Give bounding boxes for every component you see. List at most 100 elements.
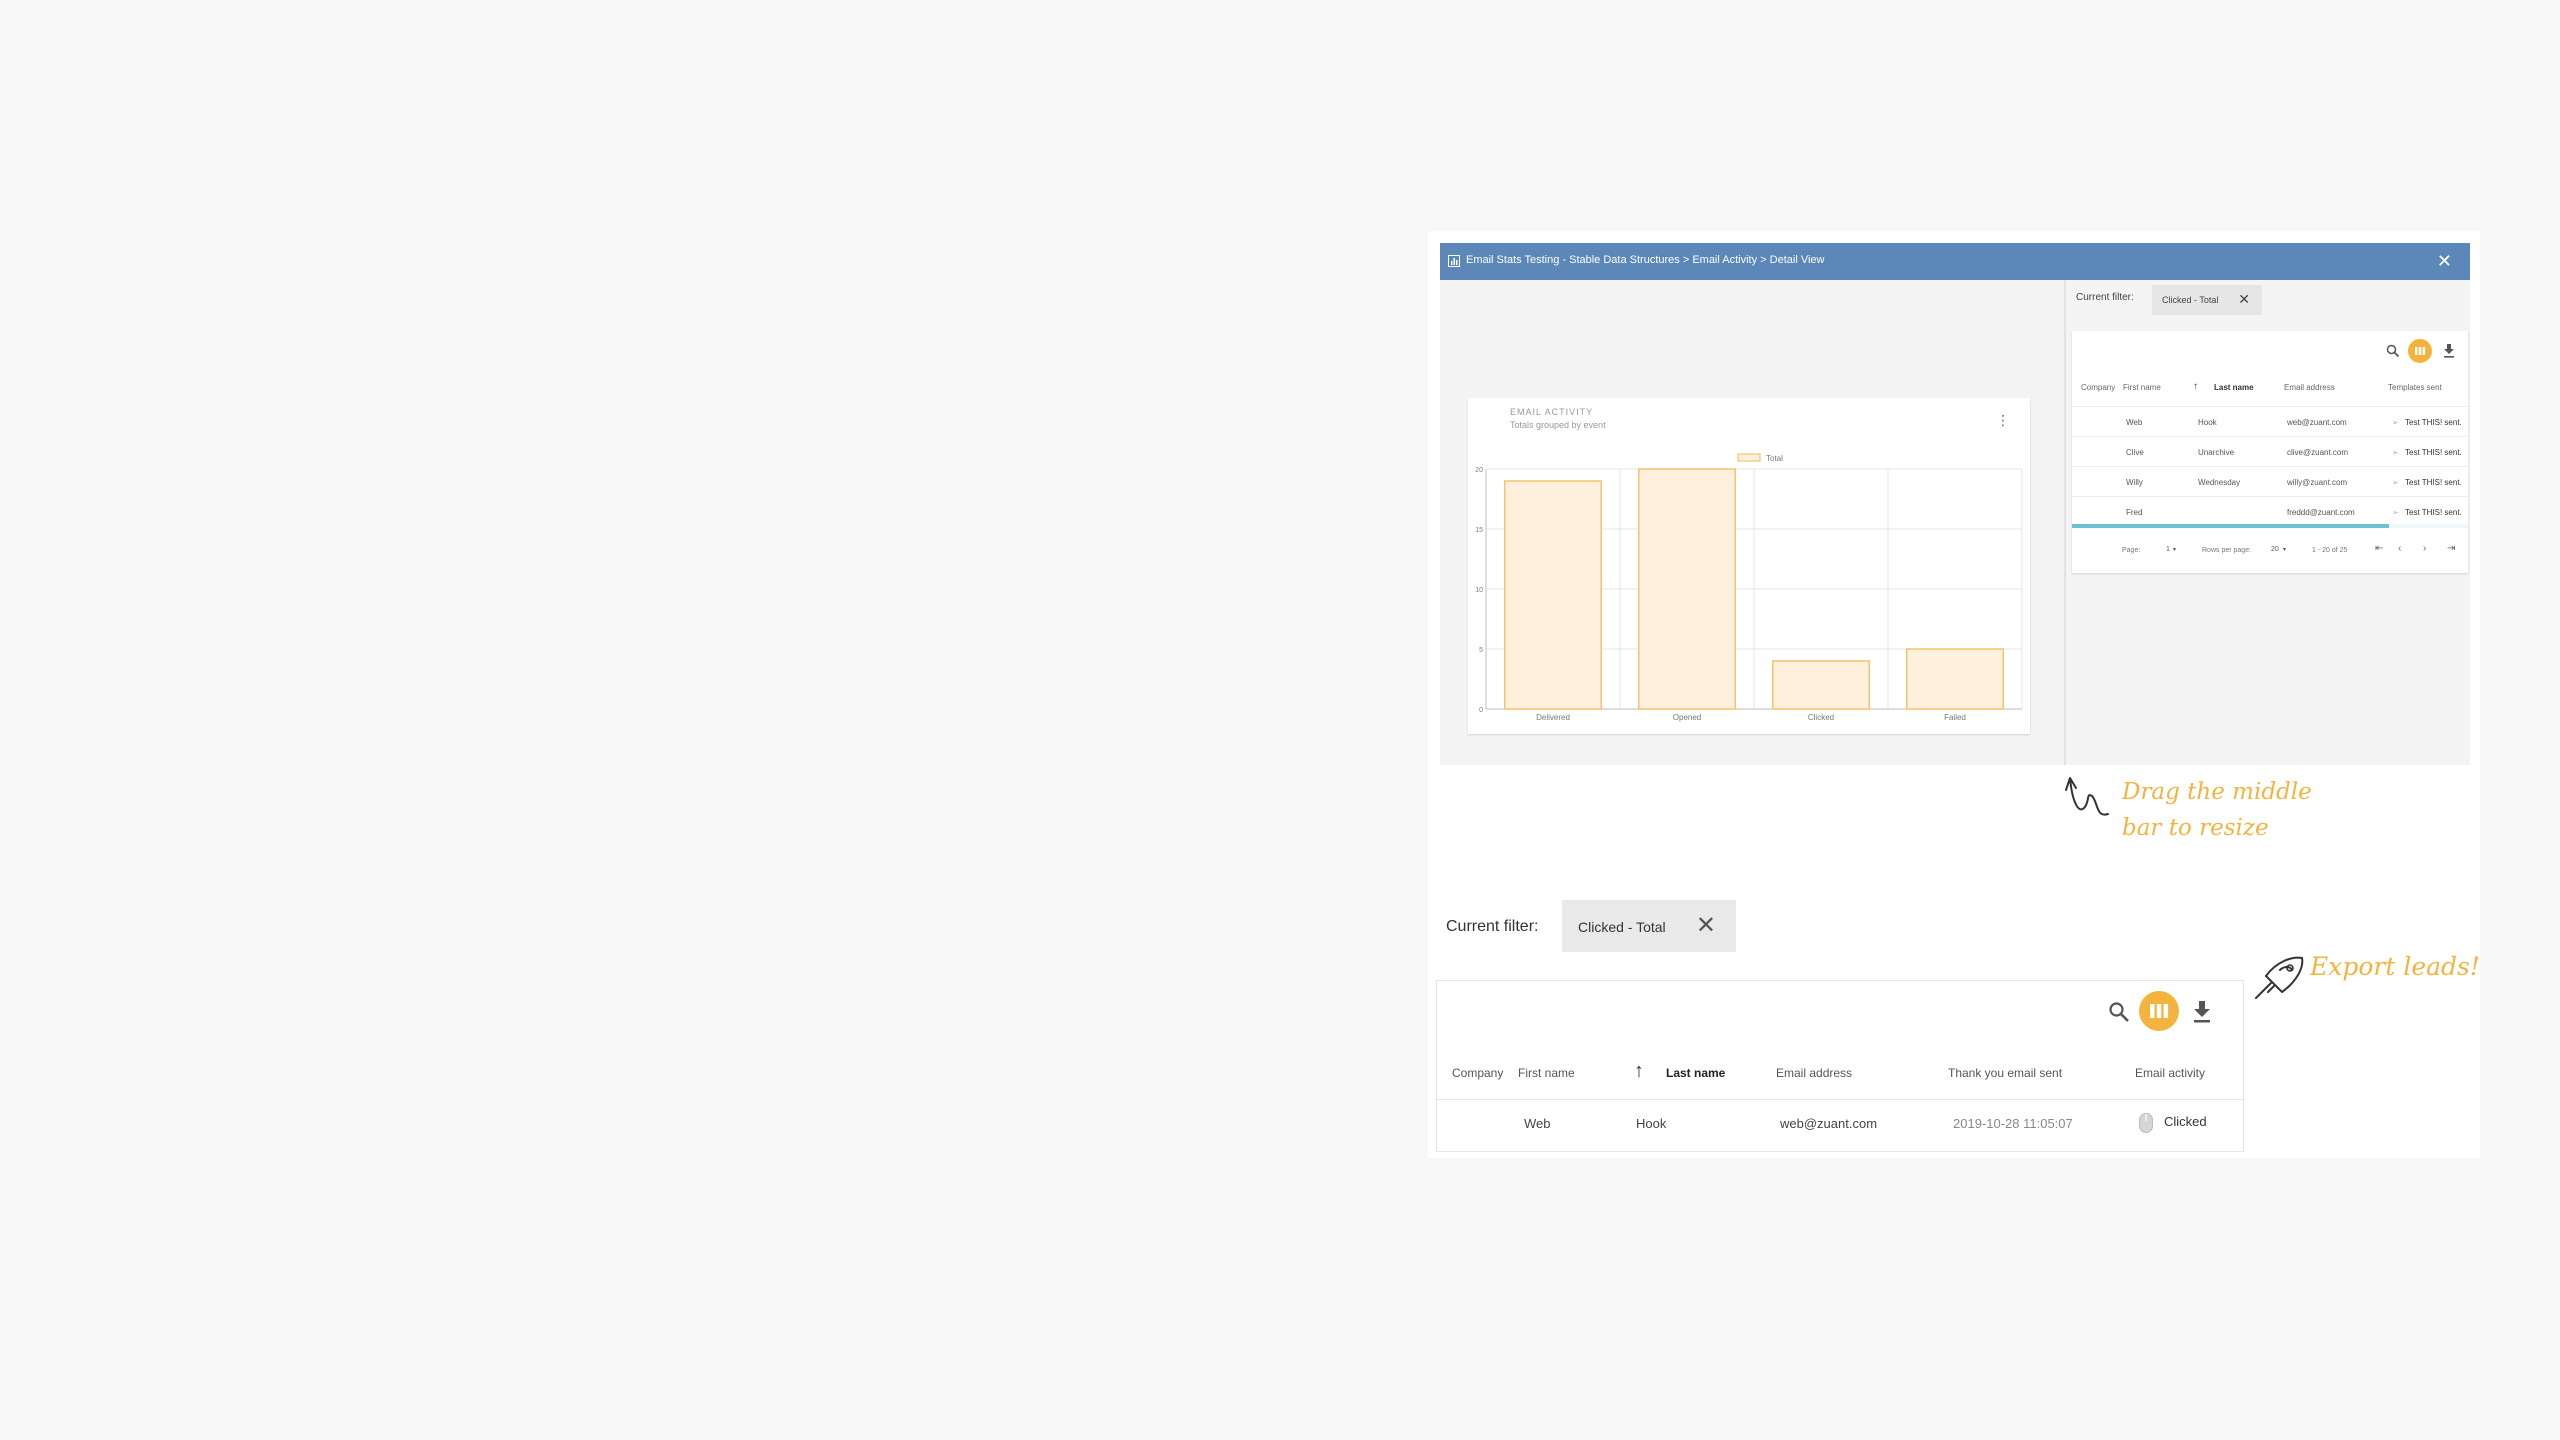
first-page-icon[interactable]: ⇤: [2375, 543, 2383, 554]
bar: [1906, 648, 2004, 710]
column-company[interactable]: Company: [2081, 383, 2115, 392]
rows-per-page-select[interactable]: 20: [2271, 546, 2279, 553]
page-select[interactable]: 1: [2166, 546, 2170, 553]
cell-first-name: Web: [1524, 1116, 1551, 1131]
cell-email: web@zuant.com: [1780, 1116, 1878, 1131]
search-icon[interactable]: [2386, 344, 2400, 358]
columns-icon[interactable]: [2408, 339, 2432, 363]
cell-email-activity: Clicked: [2164, 1114, 2207, 1129]
download-icon[interactable]: [2443, 344, 2455, 358]
x-tick-label: Opened: [1673, 713, 1701, 722]
close-icon[interactable]: ✕: [2437, 250, 2452, 272]
cell-email: web@zuant.com: [2287, 418, 2347, 427]
search-icon[interactable]: [2108, 1001, 2130, 1023]
rows-per-page-label: Rows per page:: [2202, 547, 2252, 554]
table-row[interactable]: Web Hook web@zuant.com ➢ Test THIS! sent…: [2072, 406, 2468, 437]
current-filter-label: Current filter:: [2076, 292, 2134, 303]
y-tick-label: 5: [1479, 647, 1483, 654]
chart-icon: [1448, 255, 1460, 267]
filter-chip[interactable]: Clicked - Total ✕: [1562, 900, 1736, 952]
bar: [1504, 480, 1602, 710]
column-thank-you-email-sent[interactable]: Thank you email sent: [1948, 1066, 2062, 1080]
column-last-name[interactable]: Last name: [1666, 1066, 1725, 1080]
close-icon[interactable]: ✕: [1696, 911, 1716, 940]
window-titlebar: Email Stats Testing - Stable Data Struct…: [1440, 243, 2470, 280]
column-email-address[interactable]: Email address: [2284, 383, 2335, 392]
column-last-name[interactable]: Last name: [2214, 383, 2254, 392]
close-icon[interactable]: ✕: [2238, 291, 2250, 308]
cell-sent-time: 2019-10-28 11:05:07: [1953, 1116, 2073, 1131]
mouse-icon: [2139, 1113, 2153, 1133]
columns-icon[interactable]: [2139, 991, 2179, 1031]
cell-template: Test THIS! sent.: [2405, 448, 2462, 457]
curly-arrow-icon: [2065, 777, 2109, 816]
chart-pane: EMAIL ACTIVITY Totals grouped by event ⋮…: [1440, 280, 2064, 765]
resize-note-line2: bar to resize: [2122, 815, 2269, 841]
loading-progress-track: [2072, 524, 2468, 528]
x-tick-label: Clicked: [1808, 713, 1834, 722]
y-tick-label: 10: [1475, 587, 1483, 594]
x-tick-label: Failed: [1944, 713, 1966, 722]
table-row[interactable]: Clive Unarchive clive@zuant.com ➢ Test T…: [2072, 436, 2468, 467]
cell-template: Test THIS! sent.: [2405, 418, 2462, 427]
next-page-icon[interactable]: ›: [2423, 543, 2426, 554]
x-tick-label: Delivered: [1536, 713, 1570, 722]
detail-view-window: Email Stats Testing - Stable Data Struct…: [1440, 243, 2470, 765]
column-email-activity[interactable]: Email activity: [2135, 1066, 2205, 1080]
sort-ascending-icon[interactable]: ↑: [1634, 1060, 1644, 1083]
cell-first-name: Fred: [2126, 508, 2143, 517]
cell-last-name: Unarchive: [2198, 448, 2235, 457]
column-first-name[interactable]: First name: [2123, 383, 2161, 392]
column-company[interactable]: Company: [1452, 1066, 1503, 1080]
cell-first-name: Clive: [2126, 448, 2144, 457]
table-row[interactable]: Willy Wednesday willy@zuant.com ➢ Test T…: [2072, 466, 2468, 497]
sort-ascending-icon[interactable]: ↑: [2193, 381, 2198, 392]
table-header-divider: [1437, 1099, 2243, 1100]
y-tick-label: 15: [1475, 527, 1483, 534]
column-first-name[interactable]: First name: [1518, 1066, 1575, 1080]
zoomed-leads-view: Current filter: Clicked - Total ✕ Compan…: [1434, 896, 2244, 1152]
cell-last-name: Hook: [1636, 1116, 1667, 1131]
download-icon[interactable]: [2193, 1001, 2211, 1023]
send-icon: ➢: [2392, 448, 2399, 457]
email-activity-chart-card: EMAIL ACTIVITY Totals grouped by event ⋮…: [1468, 398, 2030, 734]
y-tick-label: 20: [1475, 467, 1483, 474]
cell-last-name: Hook: [2198, 418, 2217, 427]
previous-page-icon[interactable]: ‹: [2398, 543, 2401, 554]
cell-email: clive@zuant.com: [2287, 448, 2349, 457]
cell-email: freddd@zuant.com: [2287, 508, 2355, 517]
resize-note-line1: Drag the middle: [2122, 779, 2312, 805]
resize-note: Drag the middle bar to resize: [2122, 774, 2312, 846]
column-templates-sent[interactable]: Templates sent: [2388, 383, 2442, 392]
pagination-range: 1 - 20 of 25: [2312, 547, 2348, 554]
rocket-icon: [2255, 956, 2304, 999]
filter-chip-label: Clicked - Total: [1578, 919, 1666, 935]
send-icon: ➢: [2392, 418, 2399, 427]
legend-swatch: [1737, 453, 1761, 462]
cell-first-name: Web: [2126, 418, 2143, 427]
bar: [1772, 660, 1870, 710]
send-icon: ➢: [2392, 508, 2399, 517]
page-label: Page:: [2122, 547, 2141, 554]
chevron-down-icon[interactable]: ▾: [2283, 546, 2286, 553]
cell-email: willy@zuant.com: [2287, 478, 2348, 487]
legend-label: Total: [1766, 454, 1783, 463]
leads-pane: Current filter: Clicked - Total ✕ Compan…: [2066, 280, 2470, 765]
cell-template: Test THIS! sent.: [2405, 478, 2462, 487]
leads-table: Company First name ↑ Last name Email add…: [2072, 331, 2468, 573]
send-icon: ➢: [2392, 478, 2399, 487]
column-email-address[interactable]: Email address: [1776, 1066, 1852, 1080]
cell-last-name: Wednesday: [2198, 478, 2241, 487]
bar: [1638, 468, 1736, 710]
export-note: Export leads!: [2310, 952, 2480, 981]
table-row[interactable]: Fred freddd@zuant.com ➢ Test THIS! sent.: [2072, 496, 2468, 527]
filter-chip-label: Clicked - Total: [2162, 295, 2219, 305]
window-title: Email Stats Testing - Stable Data Struct…: [1466, 254, 1825, 266]
filter-chip[interactable]: Clicked - Total ✕: [2152, 285, 2262, 315]
y-tick-label: 0: [1479, 707, 1483, 714]
last-page-icon[interactable]: ⇥: [2447, 543, 2455, 554]
cell-first-name: Willy: [2126, 478, 2143, 487]
chevron-down-icon[interactable]: ▾: [2173, 546, 2176, 553]
email-activity-chart: 0 5 10 15 20 Delivered Opened Clicked Failed Tota…: [1475, 453, 2023, 722]
current-filter-label: Current filter:: [1446, 918, 1539, 935]
